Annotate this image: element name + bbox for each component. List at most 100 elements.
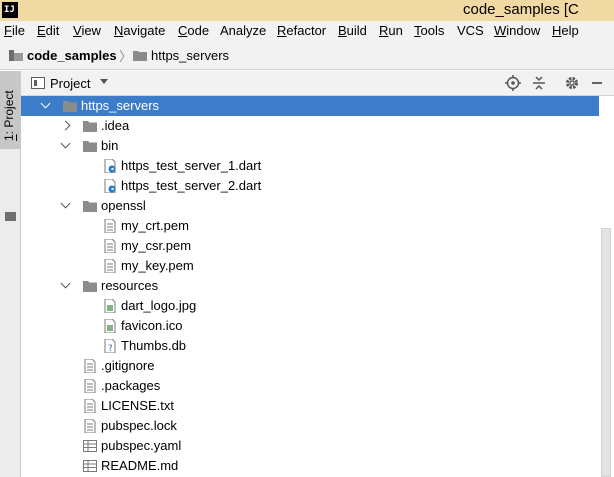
collapse-all-icon[interactable]	[531, 75, 547, 91]
locate-file-icon[interactable]	[505, 75, 521, 91]
menu-mnemonic: R	[379, 23, 389, 38]
tree-row[interactable]: openssl	[21, 196, 599, 216]
menu-help[interactable]: Help	[552, 23, 579, 38]
breadcrumb-project[interactable]: code_samples	[27, 48, 117, 63]
breadcrumb-separator-icon: 〉	[119, 49, 133, 64]
menu-refactor[interactable]: Refactor	[277, 23, 326, 38]
structure-icon[interactable]	[5, 212, 16, 221]
text-file-icon	[83, 378, 97, 394]
breadcrumb-folder[interactable]: https_servers	[151, 48, 229, 63]
text-file-icon	[83, 358, 97, 374]
menu-mnemonic: H	[552, 23, 562, 38]
menu-label: elp	[561, 23, 579, 38]
tree-item-label: pubspec.yaml	[101, 438, 182, 453]
menu-navigate[interactable]: Navigate	[114, 23, 165, 38]
folder-icon	[133, 51, 147, 61]
unknown-file-icon: ?	[103, 338, 117, 354]
menu-build[interactable]: Build	[338, 23, 367, 38]
tree-row[interactable]: README.md	[21, 456, 599, 476]
tree-row[interactable]: pubspec.lock	[21, 416, 599, 436]
tree-item-label: .idea	[101, 118, 130, 133]
hide-panel-icon[interactable]	[589, 75, 605, 91]
tree-row[interactable]: .idea	[21, 116, 599, 136]
tree-row[interactable]: favicon.ico	[21, 316, 599, 336]
tree-item-label: openssl	[101, 198, 146, 213]
tree-item-label: https_test_server_1.dart	[121, 158, 262, 173]
tool-tab-number: 1	[2, 134, 16, 141]
tree-row[interactable]: https_servers	[21, 96, 599, 116]
menu-mnemonic: B	[338, 23, 347, 38]
tree-item-label: favicon.ico	[121, 318, 183, 333]
tree-item-label: README.md	[101, 458, 179, 473]
menu-run[interactable]: Run	[379, 23, 403, 38]
project-view-icon	[31, 77, 45, 89]
menu-file[interactable]: File	[4, 23, 25, 38]
tree-row[interactable]: my_crt.pem	[21, 216, 599, 236]
menu-label: ools	[420, 23, 445, 38]
menu-window[interactable]: Window	[494, 23, 540, 38]
folder-icon	[83, 139, 97, 153]
vertical-scrollbar[interactable]	[599, 96, 614, 477]
text-file-icon	[103, 238, 117, 254]
menu-code[interactable]: Code	[178, 23, 209, 38]
menu-vcs[interactable]: VCS	[457, 23, 484, 38]
chevron-right-icon[interactable]	[60, 120, 71, 131]
project-tool-tab[interactable]: 1: Project	[0, 71, 20, 149]
tree-item-label: my_crt.pem	[121, 218, 189, 233]
text-file-icon	[103, 258, 117, 274]
menu-tools[interactable]: Tools	[414, 23, 444, 38]
text-file-icon	[83, 418, 97, 434]
intellij-logo-icon: IJ	[2, 2, 18, 18]
tree-item-label: https_test_server_2.dart	[121, 178, 262, 193]
tree-item-label: LICENSE.txt	[101, 398, 174, 413]
tree-row[interactable]: ? Thumbs.db	[21, 336, 599, 356]
menu-label: dit	[45, 23, 60, 38]
tree-row[interactable]: https_test_server_1.dart	[21, 156, 599, 176]
project-tree: https_servers .idea bin https_test_server_1…	[21, 96, 599, 477]
tree-item-label: dart_logo.jpg	[121, 298, 197, 313]
tree-row[interactable]: dart_logo.jpg	[21, 296, 599, 316]
menu-label: Analyze	[220, 23, 267, 38]
menu-view[interactable]: View	[73, 23, 101, 38]
tree-row[interactable]: resources	[21, 276, 599, 296]
chevron-down-icon[interactable]	[60, 278, 71, 289]
chevron-down-icon[interactable]	[60, 138, 71, 149]
tree-item-label: Thumbs.db	[121, 338, 187, 353]
gear-icon[interactable]	[564, 75, 580, 91]
tool-window-strip: 1: Project	[0, 71, 21, 477]
table-file-icon	[83, 459, 97, 473]
menu-bar: File Edit View Navigate Code Analyze Refactor B…	[0, 21, 614, 42]
chevron-down-icon[interactable]	[60, 198, 71, 209]
tree-row[interactable]: bin	[21, 136, 599, 156]
menu-mnemonic: N	[114, 23, 124, 38]
menu-label: efactor	[286, 23, 327, 38]
menu-label: avigate	[123, 23, 166, 38]
menu-mnemonic: C	[178, 23, 188, 38]
tree-item-label: my_key.pem	[121, 258, 194, 273]
menu-label: uild	[346, 23, 367, 38]
tree-row[interactable]: .packages	[21, 376, 599, 396]
project-panel-header: Project	[21, 71, 614, 96]
scrollbar-thumb[interactable]	[601, 228, 611, 477]
menu-label: iew	[81, 23, 101, 38]
tree-row[interactable]: my_key.pem	[21, 256, 599, 276]
menu-analyze[interactable]: Analyze	[220, 23, 266, 38]
tree-row[interactable]: my_csr.pem	[21, 236, 599, 256]
tree-row[interactable]: .gitignore	[21, 356, 599, 376]
menu-mnemonic: F	[4, 23, 12, 38]
tree-row[interactable]: pubspec.yaml	[21, 436, 599, 456]
panel-title[interactable]: Project	[50, 76, 90, 91]
chevron-down-icon[interactable]	[40, 98, 51, 109]
window-title: code_samples [C	[463, 1, 579, 18]
tree-item-label: bin	[101, 138, 119, 153]
menu-edit[interactable]: Edit	[37, 23, 59, 38]
view-dropdown-icon[interactable]	[100, 79, 108, 84]
menu-label: VCS	[457, 23, 484, 38]
tree-row[interactable]: LICENSE.txt	[21, 396, 599, 416]
menu-mnemonic: W	[494, 23, 507, 38]
image-file-icon	[103, 318, 117, 334]
tree-item-label: resources	[101, 278, 159, 293]
tree-row[interactable]: https_test_server_2.dart	[21, 176, 599, 196]
breadcrumb: code_samples 〉 https_servers	[0, 42, 614, 70]
project-module-icon	[9, 50, 23, 61]
